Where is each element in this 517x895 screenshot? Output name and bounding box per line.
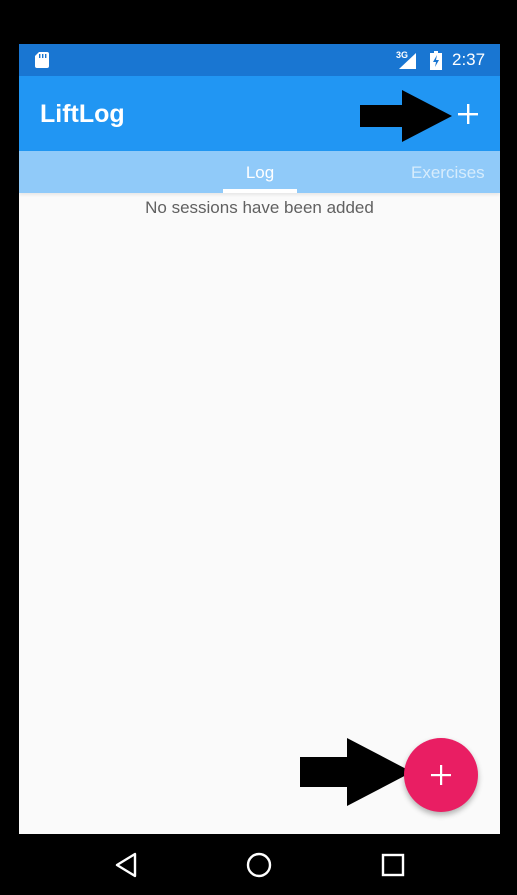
home-icon[interactable] — [245, 851, 273, 879]
app-bar: LiftLog — [19, 76, 500, 151]
arrow-pointer-icon — [300, 738, 412, 806]
plus-icon[interactable] — [450, 96, 486, 132]
add-session-fab[interactable] — [404, 738, 478, 812]
tab-log-label: Log — [245, 163, 275, 182]
app-title: LiftLog — [40, 100, 125, 128]
plus-icon — [431, 765, 451, 785]
tab-exercises[interactable]: Exercises — [411, 151, 500, 193]
battery-icon — [430, 51, 442, 70]
signal-icon — [399, 53, 416, 69]
status-clock: 2:37 — [452, 50, 486, 69]
device-frame: 3G 2:37 LiftLog Log Exercises No session… — [0, 0, 517, 895]
status-bar: 3G 2:37 — [19, 44, 500, 76]
tab-selected-indicator — [223, 189, 297, 193]
tab-log[interactable]: Log — [223, 151, 297, 193]
app-screen: 3G 2:37 LiftLog Log Exercises No session… — [19, 44, 500, 834]
tab-exercises-label: Exercises — [411, 163, 485, 182]
back-icon[interactable] — [113, 851, 141, 879]
recents-icon[interactable] — [379, 851, 407, 879]
empty-state-message: No sessions have been added — [145, 198, 374, 217]
system-nav-bar — [19, 834, 500, 895]
sd-card-icon — [35, 52, 49, 68]
arrow-pointer-icon — [360, 90, 452, 142]
tab-bar: Log Exercises — [19, 151, 500, 193]
